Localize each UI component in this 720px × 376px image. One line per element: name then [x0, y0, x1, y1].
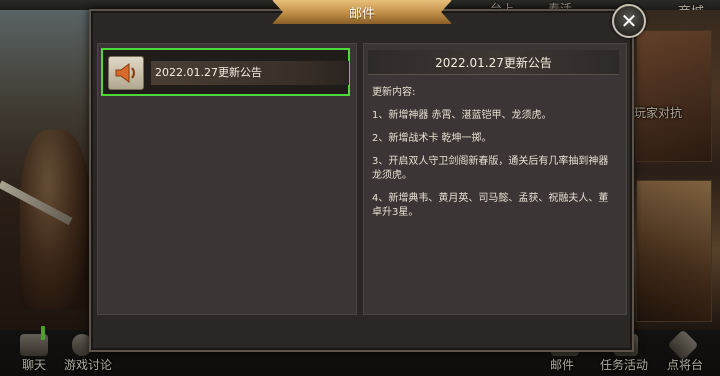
close-button[interactable]: ✕ [612, 4, 646, 38]
notice-line: 更新内容: [372, 87, 416, 98]
notice-title: 2022.01.27更新公告 [435, 56, 552, 70]
mail-item-title: 2022.01.27更新公告 [155, 66, 262, 79]
modal-title: 邮件 [348, 7, 375, 22]
mail-item-icon-box [108, 56, 144, 90]
notice-line: 1、新增神器 赤霄、湛蓝铠甲、龙须虎。 [372, 110, 552, 121]
notice-line: 4、新增典韦、黄月英、司马懿、孟获、祝融夫人、董卓升3星。 [372, 193, 609, 218]
notice-body: 更新内容: 1、新增神器 赤霄、湛蓝铠甲、龙须虎。 2、新增战术卡 乾坤一掷。 … [372, 86, 612, 229]
notice-line: 3、开启双人守卫剑阁新春版，通关后有几率抽到神器龙须虎。 [372, 156, 609, 181]
close-icon: ✕ [620, 9, 638, 33]
mail-list-item[interactable]: 2022.01.27更新公告 [101, 48, 350, 96]
notice-line: 2、新增战术卡 乾坤一掷。 [372, 133, 492, 144]
speaker-icon [115, 63, 135, 83]
